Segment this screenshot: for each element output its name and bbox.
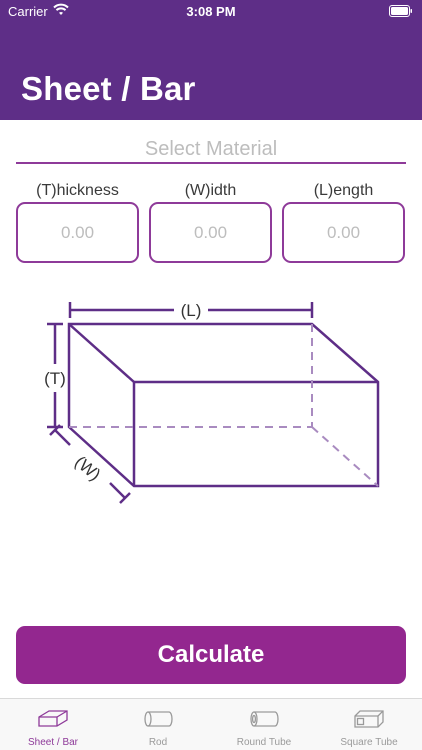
- width-label: (W)idth: [184, 182, 237, 199]
- tab-round-tube-label: Round Tube: [236, 737, 292, 748]
- battery-icon: [389, 5, 412, 17]
- length-label: (L)ength: [313, 182, 374, 199]
- navigation-header: Carrier 3:08 PM Sheet / Bar: [0, 0, 422, 120]
- tab-bar: Sheet / Bar Rod Round Tube Square Tube: [0, 698, 422, 750]
- thickness-input[interactable]: 0.00: [16, 202, 139, 263]
- width-diagram-label: (W): [71, 452, 104, 484]
- thickness-diagram-label: (T): [44, 369, 66, 388]
- sheet-bar-icon: [38, 710, 68, 727]
- tab-sheet-bar-label: Sheet / Bar: [27, 737, 79, 748]
- tab-rod-label: Rod: [148, 737, 168, 748]
- width-input[interactable]: 0.00: [149, 202, 272, 263]
- tab-rod[interactable]: Rod: [105, 699, 211, 750]
- round-tube-icon: [250, 711, 279, 727]
- page-title: Sheet / Bar: [21, 70, 196, 107]
- thickness-label: (T)hickness: [36, 182, 119, 199]
- tab-round-tube[interactable]: Round Tube: [211, 699, 317, 750]
- status-bar: Carrier 3:08 PM: [0, 0, 422, 22]
- tab-square-tube[interactable]: Square Tube: [316, 699, 422, 750]
- tab-sheet-bar[interactable]: Sheet / Bar: [0, 699, 106, 750]
- clock: 3:08 PM: [186, 4, 236, 19]
- sheet-bar-diagram: (L) (T) (W): [44, 301, 380, 504]
- calculate-button[interactable]: Calculate: [16, 626, 406, 684]
- length-input[interactable]: 0.00: [282, 202, 405, 263]
- square-tube-icon: [354, 710, 384, 728]
- tab-square-tube-label: Square Tube: [340, 737, 398, 748]
- length-diagram-label: (L): [181, 301, 202, 320]
- rod-icon: [144, 711, 173, 727]
- select-material-field[interactable]: Select Material: [16, 136, 406, 164]
